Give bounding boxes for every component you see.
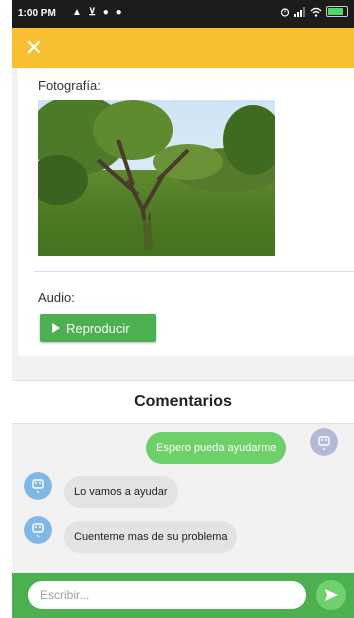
message-bubble-incoming: Lo vamos a ayudar [64, 476, 178, 508]
app-screen: 1:00 PM ▲ ⊻ ● ● ✕ Fotografía: Audio: Rep… [12, 0, 354, 618]
battery-icon [326, 6, 348, 17]
section-divider [34, 271, 354, 272]
report-detail-card: Fotografía: Audio: Reproducir [18, 68, 354, 356]
top-toolbar: ✕ [12, 28, 354, 68]
report-photo [38, 100, 275, 256]
play-icon [52, 323, 60, 333]
status-time: 1:00 PM [18, 8, 56, 19]
send-icon [325, 589, 338, 601]
wifi-icon [310, 7, 322, 17]
message-input[interactable] [28, 581, 306, 609]
comments-title: Comentarios [134, 393, 232, 410]
close-button[interactable]: ✕ [20, 34, 48, 62]
alarm-icon [280, 7, 290, 17]
play-audio-button[interactable]: Reproducir [40, 314, 156, 342]
status-bar: 1:00 PM ▲ ⊻ ● ● [12, 0, 354, 28]
system-icons [280, 6, 348, 17]
agent-avatar-icon [24, 516, 52, 544]
message-composer [12, 573, 354, 618]
signal-icon [294, 6, 305, 17]
close-icon: ✕ [24, 35, 44, 60]
comments-header: Comentarios [12, 380, 354, 424]
message-bubble-incoming: Cuenteme mas de su problema [64, 521, 238, 553]
play-button-label: Reproducir [66, 320, 130, 336]
agent-avatar-icon [24, 472, 52, 500]
photo-label: Fotografía: [38, 78, 101, 93]
send-button[interactable] [316, 580, 346, 610]
user-avatar-icon [310, 428, 338, 456]
notification-icons: ▲ ⊻ ● ● [72, 7, 124, 18]
message-bubble-outgoing: Espero pueda ayudarme [146, 432, 287, 464]
audio-label: Audio: [38, 290, 75, 305]
